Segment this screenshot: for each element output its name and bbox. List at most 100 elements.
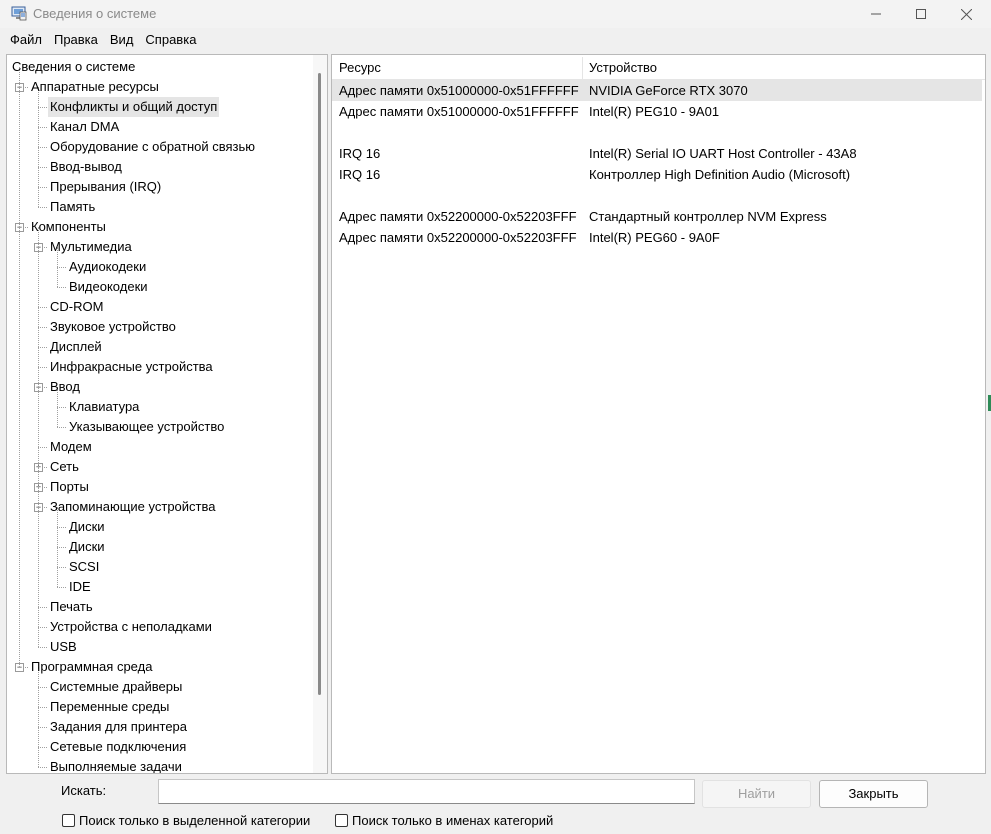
list-row[interactable]: Адрес памяти 0x52200000-0x52203FFF Станда… xyxy=(332,206,982,227)
tree-connector xyxy=(38,607,47,608)
tree-item[interactable]: Указывающее устройство xyxy=(67,417,226,437)
list-row[interactable]: IRQ 16 Контроллер High Definition Audio (… xyxy=(332,164,982,185)
tree-connector xyxy=(38,307,47,308)
tree-connector xyxy=(38,327,39,347)
tree-connector xyxy=(38,167,39,187)
tree-item[interactable]: Клавиатура xyxy=(67,397,141,417)
tree-item[interactable]: Печать xyxy=(48,597,95,617)
tree-connector xyxy=(57,547,58,567)
tree-connector xyxy=(38,387,39,447)
tree-connector xyxy=(38,647,47,648)
title-bar: Сведения о системе xyxy=(0,0,991,28)
tree-item[interactable]: Инфракрасные устройства xyxy=(48,357,215,377)
tree-item[interactable]: Конфликты и общий доступ xyxy=(48,97,220,117)
tree-item[interactable]: Ввод-вывод xyxy=(48,157,124,177)
device-cell: Стандартный контроллер NVM Express xyxy=(589,209,827,224)
tree-connector xyxy=(19,87,20,227)
find-button[interactable]: Найти xyxy=(702,780,811,808)
tree-item[interactable]: IDE xyxy=(67,577,93,597)
tree-item[interactable]: Запоминающие устройства xyxy=(48,497,217,517)
checkbox-label: Поиск только в выделенной категории xyxy=(79,813,311,828)
list-row[interactable]: Адрес памяти 0x51000000-0x51FFFFFF Intel(… xyxy=(332,101,982,122)
column-header-resource[interactable]: Ресурс xyxy=(339,55,381,80)
maximize-button[interactable] xyxy=(898,0,944,28)
tree-item[interactable]: Ввод xyxy=(48,377,82,397)
tree-connector xyxy=(38,627,39,647)
tree-item[interactable]: Сетевые подключения xyxy=(48,737,188,757)
resource-cell: Адрес памяти 0x52200000-0x52203FFF xyxy=(339,209,577,224)
tree-item[interactable]: Канал DMA xyxy=(48,117,121,137)
tree-item[interactable]: Мультимедиа xyxy=(48,237,134,257)
tree-connector xyxy=(38,747,39,767)
close-button[interactable]: Закрыть xyxy=(819,780,928,808)
list-row[interactable] xyxy=(332,185,982,206)
tree-item[interactable]: USB xyxy=(48,637,79,657)
tree-item[interactable]: Память xyxy=(48,197,97,217)
close-window-button[interactable] xyxy=(943,0,989,28)
tree-connector xyxy=(19,227,20,667)
tree-scrollbar-thumb[interactable] xyxy=(318,73,321,695)
menu-file[interactable]: Файл xyxy=(4,32,48,47)
tree-connector xyxy=(38,207,47,208)
list-row[interactable]: Адрес памяти 0x52200000-0x52203FFF Intel(… xyxy=(332,227,982,248)
menu-view[interactable]: Вид xyxy=(104,32,140,47)
tree-item[interactable]: Прерывания (IRQ) xyxy=(48,177,163,197)
tree-connector xyxy=(38,187,47,188)
tree-item[interactable]: Задания для принтера xyxy=(48,717,189,737)
tree-item[interactable]: Устройства с неполадками xyxy=(48,617,214,637)
tree-item[interactable]: Диски xyxy=(67,537,107,557)
tree-item[interactable]: Компоненты xyxy=(29,217,108,237)
menu-edit[interactable]: Правка xyxy=(48,32,104,47)
tree-connector xyxy=(38,727,47,728)
tree-connector xyxy=(38,447,47,448)
tree-connector xyxy=(38,347,39,367)
column-separator[interactable] xyxy=(582,57,583,79)
list-row[interactable]: IRQ 16 Intel(R) Serial IO UART Host Contr… xyxy=(332,143,982,164)
list-row[interactable] xyxy=(332,122,982,143)
tree-item[interactable]: Сеть xyxy=(48,457,81,477)
tree-item[interactable]: Системные драйверы xyxy=(48,677,184,697)
device-cell: Intel(R) PEG60 - 9A0F xyxy=(589,230,720,245)
tree-item[interactable]: Диски xyxy=(67,517,107,537)
minimize-button[interactable] xyxy=(853,0,899,28)
tree-item[interactable]: Аудиокодеки xyxy=(67,257,148,277)
details-list[interactable]: Ресурс Устройство Адрес памяти 0x5100000… xyxy=(331,54,986,774)
tree-connector xyxy=(38,447,39,467)
search-input[interactable] xyxy=(158,779,695,804)
checkbox-box[interactable] xyxy=(62,814,75,827)
minimize-icon xyxy=(871,13,881,15)
tree-item[interactable]: Переменные среды xyxy=(48,697,171,717)
tree-connector xyxy=(38,107,39,127)
tree-item[interactable]: Дисплей xyxy=(48,337,104,357)
search-label: Искать: xyxy=(61,783,107,798)
tree-item[interactable]: Оборудование с обратной связью xyxy=(48,137,257,157)
column-header-device[interactable]: Устройство xyxy=(589,55,657,80)
tree-connector xyxy=(38,247,39,307)
tree-item[interactable]: Программная среда xyxy=(29,657,154,677)
tree-item[interactable]: Видеокодеки xyxy=(67,277,150,297)
menu-help[interactable]: Справка xyxy=(139,32,202,47)
close-icon xyxy=(960,8,972,20)
tree-scrollbar[interactable] xyxy=(313,55,327,773)
tree-item[interactable]: Сведения о системе xyxy=(10,57,137,77)
tree-connector xyxy=(38,127,39,147)
tree-item[interactable]: SCSI xyxy=(67,557,101,577)
search-category-names-checkbox[interactable]: Поиск только в именах категорий xyxy=(335,813,553,828)
tree-item[interactable]: Аппаратные ресурсы xyxy=(29,77,161,97)
tree-item[interactable]: Звуковое устройство xyxy=(48,317,178,337)
tree-connector xyxy=(38,727,39,747)
checkbox-box[interactable] xyxy=(335,814,348,827)
search-selected-category-checkbox[interactable]: Поиск только в выделенной категории xyxy=(62,813,310,828)
tree-connector xyxy=(57,527,66,528)
category-tree[interactable]: − − − − + + − − Сведения о системе Аппаратные ре… xyxy=(6,54,328,774)
checkbox-label: Поиск только в именах категорий xyxy=(352,813,554,828)
tree-connector xyxy=(38,467,39,487)
tree-connector xyxy=(57,567,66,568)
tree-item[interactable]: CD-ROM xyxy=(48,297,105,317)
list-row[interactable]: Адрес памяти 0x51000000-0x51FFFFFF NVIDIA… xyxy=(332,80,982,101)
tree-item[interactable]: Модем xyxy=(48,437,94,457)
device-cell: NVIDIA GeForce RTX 3070 xyxy=(589,83,748,98)
tree-item[interactable]: Выполняемые задачи xyxy=(48,757,184,773)
tree-connector xyxy=(57,267,58,287)
tree-item[interactable]: Порты xyxy=(48,477,91,497)
